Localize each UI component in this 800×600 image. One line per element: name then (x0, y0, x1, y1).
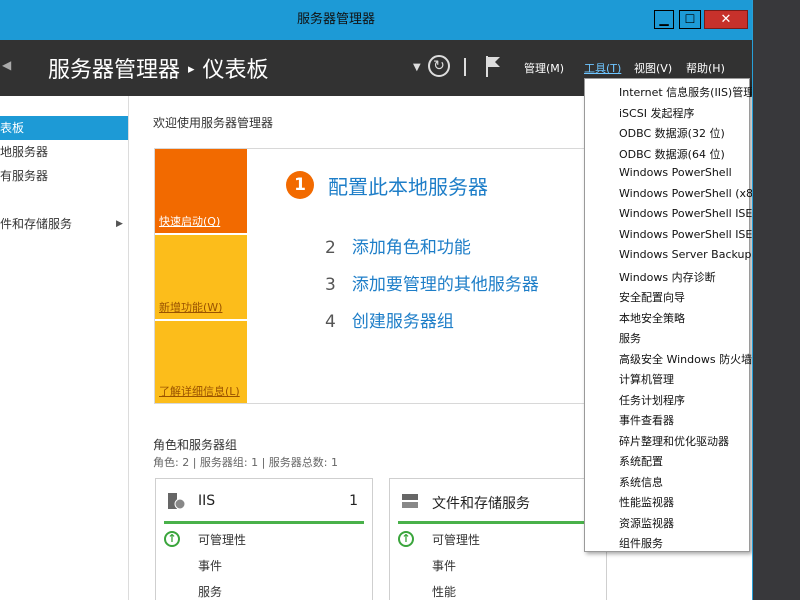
step-number: 3 (325, 275, 336, 295)
up-arrow-ok-icon: ↑ (398, 531, 414, 547)
menu-item-computer-management[interactable]: 计算机管理 (619, 371, 674, 387)
card-row-performance[interactable]: 性能 (432, 583, 456, 600)
refresh-icon[interactable]: ↻ (428, 55, 450, 77)
up-arrow-ok-icon: ↑ (164, 531, 180, 547)
menu-manage[interactable]: 管理(M) (524, 60, 564, 76)
learn-more-tile[interactable]: 了解详细信息(L) (155, 321, 247, 403)
sidebar-item-label: 文件和存储服务 (0, 217, 73, 231)
quick-start-panel: 快速启动(Q) 新增功能(W) 了解详细信息(L) 1 配置此本地服务器 2 添加… (154, 148, 614, 404)
expand-arrow-icon[interactable]: ▶ (116, 212, 123, 236)
title-bar[interactable]: 服务器管理器 ▁ ☐ ✕ (0, 0, 752, 40)
step-number: 2 (325, 238, 336, 258)
menu-item-defragment[interactable]: 碎片整理和优化驱动器 (619, 433, 729, 449)
tools-dropdown-menu: Internet 信息服务(IIS)管理器 iSCSI 发起程序 ODBC 数据… (584, 78, 752, 552)
breadcrumb-root[interactable]: 服务器管理器 (48, 58, 180, 83)
menu-item-event-viewer[interactable]: 事件查看器 (619, 412, 674, 428)
menu-item-powershell[interactable]: Windows PowerShell (619, 166, 732, 179)
sidebar-item-all-servers[interactable]: 所有服务器 (0, 164, 128, 188)
menu-item-services[interactable]: 服务 (619, 330, 641, 346)
menu-item-local-security-policy[interactable]: 本地安全策略 (619, 310, 685, 326)
step-4-link[interactable]: 4 创建服务器组 (325, 307, 454, 332)
sidebar: 仪表板 本地服务器 所有服务器 文件和存储服务 ▶ (0, 96, 129, 600)
menu-item-system-information[interactable]: 系统信息 (619, 474, 663, 490)
configure-local-server-link[interactable]: 配置此本地服务器 (328, 171, 488, 200)
menu-item-firewall[interactable]: 高级安全 Windows 防火墙 (619, 351, 752, 367)
welcome-heading: 欢迎使用服务器管理器 (153, 116, 274, 130)
menu-tools[interactable]: 工具(T) (584, 60, 621, 76)
menu-item-powershell-x86[interactable]: Windows PowerShell (x86) (619, 187, 752, 200)
maximize-icon: ☐ (684, 12, 696, 26)
step-number: 4 (325, 312, 336, 332)
card-row-events[interactable]: 事件 (432, 557, 456, 574)
step-1-badge: 1 (286, 171, 314, 199)
sidebar-item-label: 所有服务器 (0, 169, 49, 183)
menu-item-resource-monitor[interactable]: 资源监视器 (619, 515, 674, 531)
menu-item-iis-manager[interactable]: Internet 信息服务(IIS)管理器 (619, 84, 752, 100)
divider (464, 58, 466, 76)
menu-item-memory-diagnostic[interactable]: Windows 内存诊断 (619, 269, 716, 285)
minimize-button[interactable]: ▁ (654, 10, 674, 29)
maximize-button[interactable]: ☐ (679, 10, 701, 29)
status-bar (398, 521, 598, 524)
card-row-services[interactable]: 服务 (198, 583, 222, 600)
step-2-link[interactable]: 2 添加角色和功能 (325, 233, 471, 258)
sidebar-item-label: 本地服务器 (0, 145, 49, 159)
notifications-flag-icon[interactable] (484, 54, 502, 78)
card-row-events[interactable]: 事件 (198, 557, 222, 574)
roles-summary: 角色: 2 | 服务器组: 1 | 服务器总数: 1 (153, 456, 339, 469)
menu-help[interactable]: 帮助(H) (686, 60, 725, 76)
menu-view[interactable]: 视图(V) (634, 60, 672, 76)
role-name: 文件和存储服务 (432, 496, 530, 512)
step-label: 创建服务器组 (351, 312, 454, 332)
menu-item-task-scheduler[interactable]: 任务计划程序 (619, 392, 685, 408)
role-count: 1 (349, 493, 358, 509)
step-label: 添加要管理的其他服务器 (351, 275, 539, 295)
card-row-manageability[interactable]: 可管理性 (198, 531, 246, 548)
role-card-file-storage[interactable]: 文件和存储服务 ↑ 可管理性 事件 性能 (389, 478, 607, 600)
breadcrumb-current: 仪表板 (202, 58, 269, 83)
menu-item-iscsi[interactable]: iSCSI 发起程序 (619, 105, 694, 121)
back-arrow-icon[interactable]: ◀ (2, 58, 11, 72)
tile-label: 新增功能(W) (159, 301, 223, 314)
menu-item-server-backup[interactable]: Windows Server Backup (619, 248, 752, 261)
menu-item-powershell-ise-x86[interactable]: Windows PowerShell ISE (x86) (619, 228, 752, 241)
sidebar-item-local-server[interactable]: 本地服务器 (0, 140, 128, 164)
tile-label: 快速启动(Q) (159, 215, 221, 228)
file-storage-icon (402, 494, 418, 508)
close-icon: ✕ (720, 12, 732, 27)
minimize-icon: ▁ (659, 12, 669, 26)
role-card-iis[interactable]: IIS 1 ↑ 可管理性 事件 服务 (155, 478, 373, 600)
menu-item-powershell-ise[interactable]: Windows PowerShell ISE (619, 207, 752, 220)
breadcrumb-separator-icon: ▸ (188, 62, 195, 77)
breadcrumb: 服务器管理器 ▸ 仪表板 (48, 52, 269, 84)
roles-section-title: 角色和服务器组 (153, 438, 238, 452)
tile-label: 了解详细信息(L) (159, 385, 240, 398)
server-role-icon (168, 493, 186, 510)
server-manager-window: 服务器管理器 ▁ ☐ ✕ ◀ 服务器管理器 ▸ 仪表板 ▼ ↻ 管理(M) 工具(T… (0, 0, 753, 600)
sidebar-item-label: 仪表板 (0, 121, 25, 135)
sidebar-item-file-storage[interactable]: 文件和存储服务 ▶ (0, 212, 128, 236)
sidebar-item-dashboard[interactable]: 仪表板 (0, 116, 128, 140)
step-label: 添加角色和功能 (351, 238, 471, 258)
window-title: 服务器管理器 (296, 12, 375, 27)
role-name: IIS (198, 493, 216, 509)
card-row-manageability[interactable]: 可管理性 (432, 531, 480, 548)
status-bar (164, 521, 364, 524)
menu-item-component-services[interactable]: 组件服务 (619, 535, 663, 551)
whats-new-tile[interactable]: 新增功能(W) (155, 235, 247, 319)
desktop-background (752, 0, 800, 600)
menu-item-security-wizard[interactable]: 安全配置向导 (619, 289, 685, 305)
menu-item-system-configuration[interactable]: 系统配置 (619, 453, 663, 469)
menu-item-odbc-32[interactable]: ODBC 数据源(32 位) (619, 125, 725, 141)
history-dropdown-icon[interactable]: ▼ (413, 62, 421, 73)
step-3-link[interactable]: 3 添加要管理的其他服务器 (325, 270, 539, 295)
menu-item-performance-monitor[interactable]: 性能监视器 (619, 494, 674, 510)
close-button[interactable]: ✕ (704, 10, 748, 29)
quick-start-tile[interactable]: 快速启动(Q) (155, 149, 247, 233)
menu-item-odbc-64[interactable]: ODBC 数据源(64 位) (619, 146, 725, 162)
